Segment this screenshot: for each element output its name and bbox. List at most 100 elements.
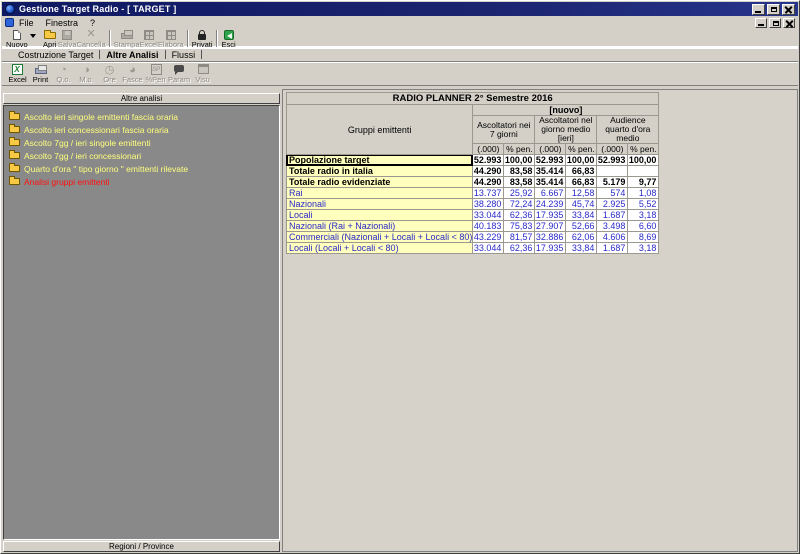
table-cell: 52.993 xyxy=(473,155,504,166)
menu-file[interactable]: File xyxy=(19,18,34,28)
row-label[interactable]: Locali (Locali + Locali < 80) xyxy=(287,243,473,254)
speech-bubble-icon xyxy=(171,64,187,76)
folder-icon xyxy=(9,152,20,159)
close-icon[interactable] xyxy=(782,4,795,15)
minimize-icon[interactable] xyxy=(752,4,765,15)
row-label[interactable]: Commerciali (Nazionali + Locali + Locali… xyxy=(287,232,473,243)
qo-button[interactable]: ◔ Q.o. xyxy=(53,64,74,84)
row-label[interactable]: Locali xyxy=(287,210,473,221)
folder-icon xyxy=(9,126,20,133)
sidebar-item-quarto-dora[interactable]: Quarto d'ora " tipo giorno " emittenti r… xyxy=(4,162,279,175)
row-label[interactable]: Nazionali xyxy=(287,199,473,210)
col-group-giorno-medio: Ascoltatori nel giorno medio [ieri] xyxy=(535,116,597,144)
mo-button[interactable]: ◑ M.o. xyxy=(76,64,97,84)
window-icon xyxy=(195,64,211,76)
excel-export-button[interactable]: X Excel xyxy=(7,64,28,84)
sidebar-item-ascolto-7gg-concessionari[interactable]: Ascolto 7gg / ieri concessionari xyxy=(4,149,279,162)
table-cell xyxy=(628,166,659,177)
save-floppy-icon xyxy=(59,30,75,41)
table-cell: 66,83 xyxy=(566,177,597,188)
fasce-button[interactable]: ◕ Fasce xyxy=(122,64,143,84)
table-cell: 62,06 xyxy=(566,232,597,243)
row-label[interactable]: Nazionali (Rai + Nazionali) xyxy=(287,221,473,232)
table-cell: 83,58 xyxy=(504,177,535,188)
table-cell: 62,36 xyxy=(504,210,535,221)
pie-slice-icon: ◕ xyxy=(125,64,141,76)
app-icon xyxy=(5,4,15,14)
menu-finestra[interactable]: Finestra xyxy=(46,18,79,28)
folder-icon xyxy=(9,113,20,120)
nuovo-dropdown-icon[interactable] xyxy=(30,34,36,38)
title-bar: Gestione Target Radio - [ TARGET ] xyxy=(2,2,798,16)
tab-costruzione-target[interactable]: Costruzione Target xyxy=(12,50,99,60)
lock-icon xyxy=(194,30,210,41)
param-button[interactable]: Param xyxy=(168,64,190,84)
tab-separator xyxy=(201,50,202,59)
exit-icon xyxy=(221,30,237,41)
table-cell: 5,52 xyxy=(628,199,659,210)
mdi-document-icon xyxy=(5,18,14,27)
visu-button[interactable]: Visu xyxy=(192,64,213,84)
col-header-gruppi-emittenti: Gruppi emittenti xyxy=(287,105,473,155)
excel-export-icon: X xyxy=(10,64,26,76)
sidebar-item-ascolto-7gg-singole[interactable]: Ascolto 7gg / ieri singole emittenti xyxy=(4,136,279,149)
menu-bar: File Finestra ? xyxy=(2,16,798,29)
privati-button[interactable]: Privati xyxy=(192,30,213,49)
table-cell: 8,69 xyxy=(628,232,659,243)
table-cell: 1,08 xyxy=(628,188,659,199)
salva-button[interactable]: Salva xyxy=(58,30,77,49)
toolbar-separator xyxy=(216,30,218,47)
table-row: Nazionali (Rai + Nazionali) 40.183 75,83… xyxy=(287,221,659,232)
mdi-minimize-icon[interactable] xyxy=(755,18,767,28)
sidebar-footer-regioni-province[interactable]: Regioni / Province xyxy=(3,541,280,552)
stampa-button[interactable]: Stampa xyxy=(114,30,140,49)
ore-button[interactable]: ◷ Ore xyxy=(99,64,120,84)
esci-button[interactable]: Esci xyxy=(221,30,237,49)
sidebar-header: Altre analisi xyxy=(3,93,280,104)
table-cell: 45,74 xyxy=(566,199,597,210)
analysis-toolbar: X Excel Print ◔ Q.o. ◑ M.o. ◷ Ore ◕ Fasc… xyxy=(2,61,798,86)
menu-help[interactable]: ? xyxy=(90,18,95,28)
toolbar-separator xyxy=(109,30,111,47)
pen-button[interactable]: SP %Pen xyxy=(145,64,166,84)
table-cell: 38.280 xyxy=(473,199,504,210)
elabora-button[interactable]: Elabora xyxy=(158,30,184,49)
main-toolbar: Nuovo Apri Salva ✕ Cancella Stampa Excel… xyxy=(2,29,798,48)
table-row: Popolazione target 52.993 100,00 52.993 … xyxy=(287,155,659,166)
table-cell: 1.687 xyxy=(597,243,628,254)
sidebar-item-analisi-gruppi-emittenti[interactable]: Analisi gruppi emittenti xyxy=(4,175,279,188)
mdi-close-icon[interactable] xyxy=(783,18,795,28)
half-pie-icon: ◑ xyxy=(79,64,95,76)
mdi-restore-icon[interactable] xyxy=(769,18,781,28)
row-label[interactable]: Popolazione target xyxy=(287,155,473,166)
table-cell: 12,58 xyxy=(566,188,597,199)
print-button[interactable]: Print xyxy=(30,64,51,84)
sub-header-000: (.000) xyxy=(473,144,504,155)
tab-altre-analisi[interactable]: Altre Analisi xyxy=(100,50,164,60)
table-row: Locali 33.044 62,36 17.935 33,84 1.687 3… xyxy=(287,210,659,221)
sub-header-000: (.000) xyxy=(597,144,628,155)
row-label[interactable]: Totale radio in italia xyxy=(287,166,473,177)
restore-icon[interactable] xyxy=(767,4,780,15)
col-group-7-giorni: Ascoltatori nei 7 giorni xyxy=(473,116,535,144)
tab-flussi[interactable]: Flussi xyxy=(166,50,202,60)
percent-sheet-icon: SP xyxy=(148,64,164,76)
sidebar-item-ascolto-ieri-singole[interactable]: Ascolto ieri singole emittenti fascia or… xyxy=(4,110,279,123)
table-cell: 2.925 xyxy=(597,199,628,210)
nuovo-button[interactable]: Nuovo xyxy=(6,30,28,49)
row-label[interactable]: Rai xyxy=(287,188,473,199)
apri-button[interactable]: Apri xyxy=(42,30,58,49)
excel-button[interactable]: Excel xyxy=(140,30,158,49)
sidebar-list: Ascolto ieri singole emittenti fascia or… xyxy=(3,105,280,540)
sidebar-item-ascolto-ieri-concessionari[interactable]: Ascolto ieri concessionari fascia oraria xyxy=(4,123,279,136)
row-label[interactable]: Totale radio evidenziate xyxy=(287,177,473,188)
table-cell: 40.183 xyxy=(473,221,504,232)
cancella-button[interactable]: ✕ Cancella xyxy=(76,30,105,49)
table-cell: 33.044 xyxy=(473,243,504,254)
table-cell: 17.935 xyxy=(535,210,566,221)
table-cell: 44.290 xyxy=(473,177,504,188)
table-cell: 3.498 xyxy=(597,221,628,232)
toolbar-separator xyxy=(187,30,189,47)
table-cell: 27.907 xyxy=(535,221,566,232)
table-cell: 32.886 xyxy=(535,232,566,243)
